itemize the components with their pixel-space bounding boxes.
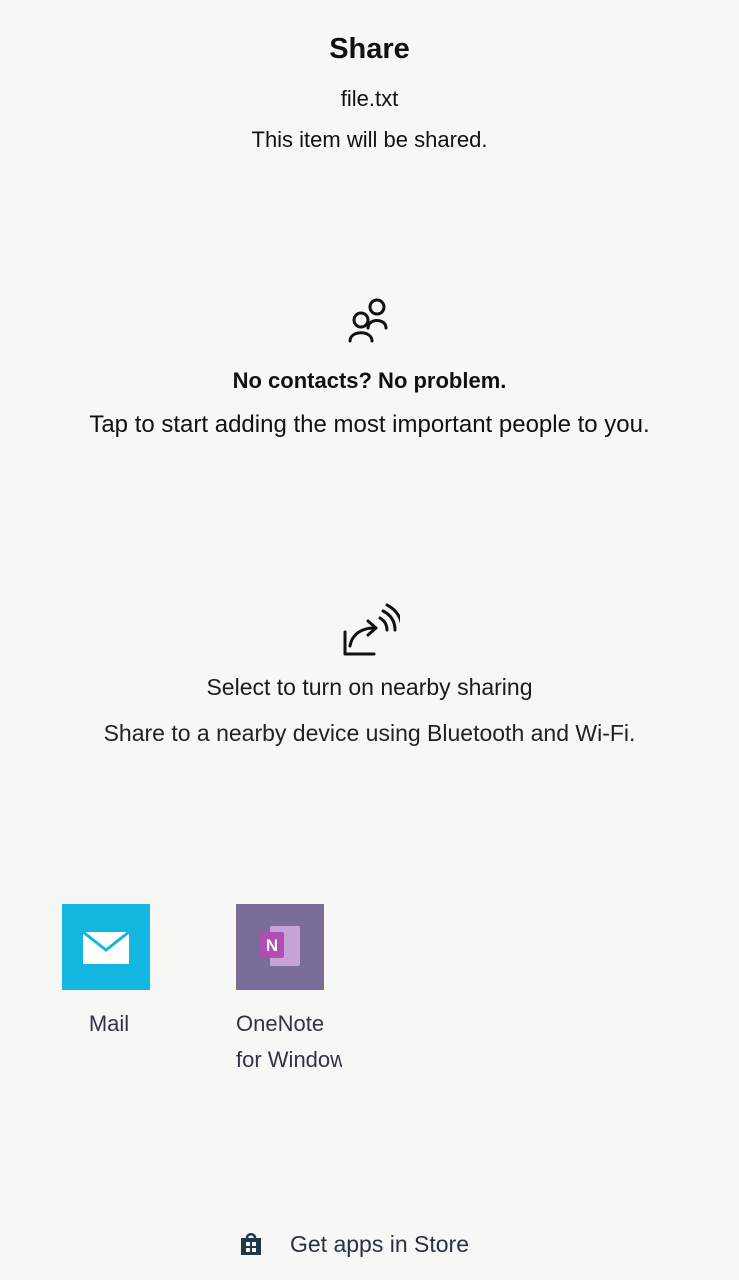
nearby-sharing-toggle[interactable]: Select to turn on nearby sharing Share t…	[0, 590, 739, 760]
nearby-share-icon	[343, 603, 400, 656]
app-label-onenote: OneNote for Windows	[236, 1006, 342, 1078]
app-label-onenote-line1: OneNote	[236, 1011, 325, 1036]
nearby-description: Share to a nearby device using Bluetooth…	[103, 720, 636, 746]
contacts-heading: No contacts? No problem.	[232, 368, 507, 393]
svg-text:N: N	[266, 936, 278, 955]
onenote-icon: N	[236, 904, 324, 990]
page-title: Share	[329, 33, 410, 65]
app-tile-onenote[interactable]: N OneNote for Windows	[236, 904, 342, 1078]
app-tile-mail[interactable]: Mail	[62, 904, 162, 1042]
app-label-mail: Mail	[88, 1011, 130, 1036]
app-label-onenote-line2: for Windows	[236, 1047, 342, 1072]
get-apps-in-store-link[interactable]: Get apps in Store	[240, 1226, 469, 1262]
add-contacts-button[interactable]: No contacts? No problem. Tap to start ad…	[0, 280, 739, 470]
share-subtitle: This item will be shared.	[251, 127, 488, 152]
store-icon	[241, 1233, 261, 1255]
nearby-heading: Select to turn on nearby sharing	[206, 674, 533, 700]
store-link-label: Get apps in Store	[290, 1230, 469, 1257]
contacts-description: Tap to start adding the most important p…	[89, 411, 650, 438]
shared-file-name: file.txt	[340, 86, 399, 111]
people-icon	[348, 298, 388, 343]
mail-icon	[62, 904, 150, 990]
